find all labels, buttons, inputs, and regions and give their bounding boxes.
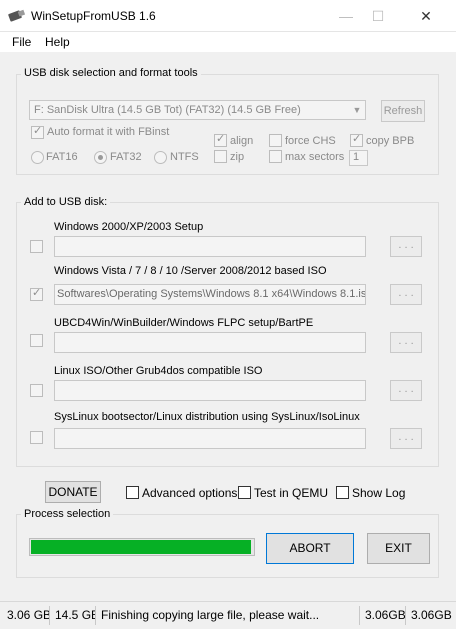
browse-button-win-vista-10[interactable]: . . . <box>390 284 422 305</box>
status-message: Finishing copying large file, please wai… <box>98 606 360 625</box>
force-chs-label: force CHS <box>285 135 336 147</box>
source-checkbox-syslinux[interactable] <box>30 431 43 444</box>
auto-format-checkbox[interactable]: ✓ <box>31 125 44 139</box>
radio-selected-dot <box>98 155 103 160</box>
status-used-size: 3.06 GB <box>4 606 50 625</box>
progress-bar-fill <box>31 540 251 554</box>
maximize-button[interactable]: ☐ <box>356 0 400 32</box>
source-label-win-vista-10: Windows Vista / 7 / 8 / 10 /Server 2008/… <box>54 265 327 277</box>
browse-button-linux-iso[interactable]: . . . <box>390 380 422 401</box>
advanced-options-checkbox[interactable] <box>126 486 139 499</box>
zip-label: zip <box>230 151 245 163</box>
fat16-label: FAT16 <box>46 151 78 163</box>
auto-format-label: Auto format it with FBinst <box>47 126 170 138</box>
window-title: WinSetupFromUSB 1.6 <box>31 9 156 23</box>
status-size-total: 3.06GB <box>411 608 452 622</box>
status-bar: 3.06 GB 14.5 GB Finishing copying large … <box>0 601 456 629</box>
chevron-down-icon: ▼ <box>352 105 362 115</box>
max-sectors-label: max sectors <box>285 151 345 163</box>
source-path-syslinux[interactable] <box>54 428 366 449</box>
check-icon: ✓ <box>32 287 42 299</box>
source-path-winxp[interactable] <box>54 236 366 257</box>
source-checkbox-winxp[interactable] <box>30 240 43 253</box>
abort-button[interactable]: ABORT <box>266 533 354 564</box>
max-sectors-checkbox[interactable] <box>269 150 282 163</box>
source-path-win-vista-10[interactable]: Softwares\Operating Systems\Windows 8.1 … <box>54 284 366 305</box>
process-group-label: Process selection <box>21 508 114 520</box>
test-qemu-checkbox[interactable] <box>238 486 251 499</box>
check-icon: ✓ <box>33 125 43 137</box>
check-icon: ✓ <box>352 133 362 145</box>
title-bar: WinSetupFromUSB 1.6 — ☐ ✕ <box>0 0 456 32</box>
advanced-options-label: Advanced options <box>142 486 238 500</box>
usb-disk-group-label: USB disk selection and format tools <box>21 67 201 79</box>
menu-bar: File Help <box>0 32 456 52</box>
show-log-checkbox[interactable] <box>336 486 349 499</box>
refresh-button[interactable]: Refresh <box>381 100 425 122</box>
usb-disk-group <box>16 74 439 175</box>
fat16-radio[interactable] <box>31 151 44 164</box>
force-chs-checkbox[interactable] <box>269 134 282 147</box>
add-to-usb-group-label: Add to USB disk: <box>21 196 111 208</box>
ntfs-label: NTFS <box>170 151 199 163</box>
ntfs-radio[interactable] <box>154 151 167 164</box>
fat32-label: FAT32 <box>110 151 142 163</box>
show-log-label: Show Log <box>352 486 406 500</box>
check-icon: ✓ <box>216 133 226 145</box>
copy-bpb-label: copy BPB <box>366 135 415 147</box>
usb-app-icon <box>8 9 26 22</box>
source-label-linux-iso: Linux ISO/Other Grub4dos compatible ISO <box>54 365 263 377</box>
exit-button[interactable]: EXIT <box>367 533 430 564</box>
status-size-copied: 3.06GB <box>362 606 406 625</box>
copy-bpb-checkbox[interactable]: ✓ <box>350 133 363 147</box>
menu-file[interactable]: File <box>12 35 31 49</box>
source-checkbox-linux-iso[interactable] <box>30 384 43 397</box>
source-path-linux-iso[interactable] <box>54 380 366 401</box>
close-button[interactable]: ✕ <box>404 0 448 32</box>
browse-button-winxp[interactable]: . . . <box>390 236 422 257</box>
menu-help[interactable]: Help <box>45 35 70 49</box>
status-total-size: 14.5 GB <box>52 606 96 625</box>
test-qemu-label: Test in QEMU <box>254 486 329 500</box>
donate-button[interactable]: DONATE <box>45 481 101 503</box>
source-path-ubcd4win[interactable] <box>54 332 366 353</box>
zip-checkbox[interactable] <box>214 150 227 163</box>
align-label: align <box>230 135 254 147</box>
align-checkbox[interactable]: ✓ <box>214 133 227 147</box>
usb-disk-dropdown[interactable]: F: SanDisk Ultra (14.5 GB Tot) (FAT32) (… <box>29 100 366 120</box>
fat32-radio[interactable] <box>94 151 107 164</box>
source-label-ubcd4win: UBCD4Win/WinBuilder/Windows FLPC setup/B… <box>54 317 314 329</box>
sectors-input[interactable]: 1 <box>349 150 368 166</box>
browse-button-syslinux[interactable]: . . . <box>390 428 422 449</box>
source-checkbox-ubcd4win[interactable] <box>30 334 43 347</box>
source-label-syslinux: SysLinux bootsector/Linux distribution u… <box>54 411 360 423</box>
source-label-winxp: Windows 2000/XP/2003 Setup <box>54 221 204 233</box>
browse-button-ubcd4win[interactable]: . . . <box>390 332 422 353</box>
source-checkbox-win-vista-10[interactable]: ✓ <box>30 287 43 301</box>
progress-bar <box>29 538 255 556</box>
usb-disk-dropdown-value: F: SanDisk Ultra (14.5 GB Tot) (FAT32) (… <box>34 104 301 116</box>
